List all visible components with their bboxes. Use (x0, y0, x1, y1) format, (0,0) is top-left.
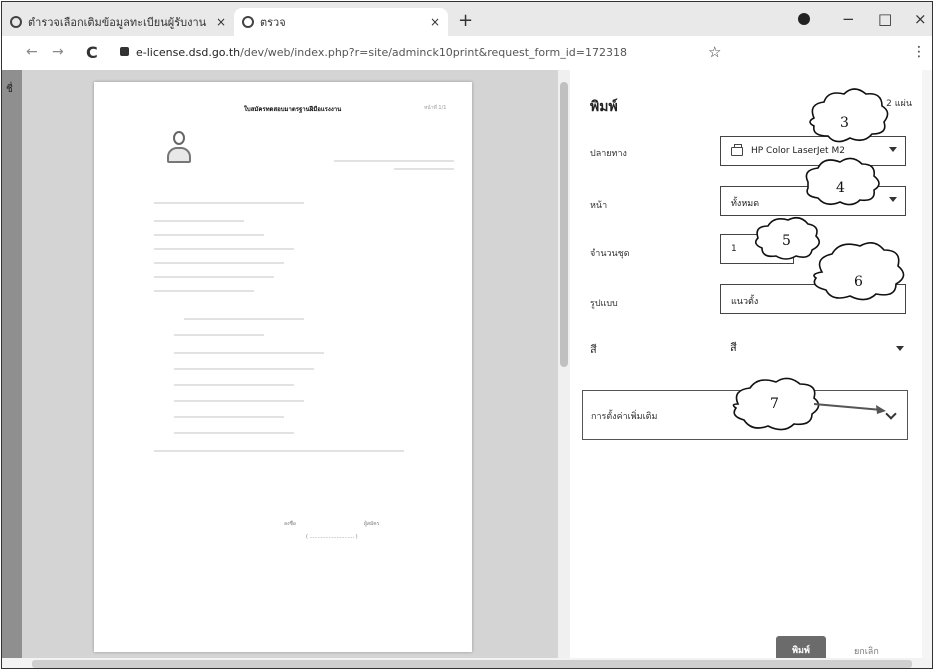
callout-label-4: 4 (836, 180, 845, 196)
callout-label-3: 3 (840, 115, 849, 131)
callout-label-5: 5 (782, 233, 791, 249)
callout-cloud-6 (813, 242, 905, 301)
horizontal-scrollbar[interactable] (2, 658, 932, 668)
callout-arrow-line (813, 403, 883, 411)
arrowhead-icon (876, 405, 886, 414)
horizontal-scroll-thumb[interactable] (32, 660, 912, 668)
callout-label-6: 6 (854, 274, 863, 290)
annotation-layer: 3 4 5 6 7 (732, 88, 905, 431)
callout-label-7: 7 (770, 396, 779, 412)
screenshot-frame: ตำรวจเลือกเติมข้อมูลทะเบียนผู้รับงาน × ต… (1, 1, 933, 669)
